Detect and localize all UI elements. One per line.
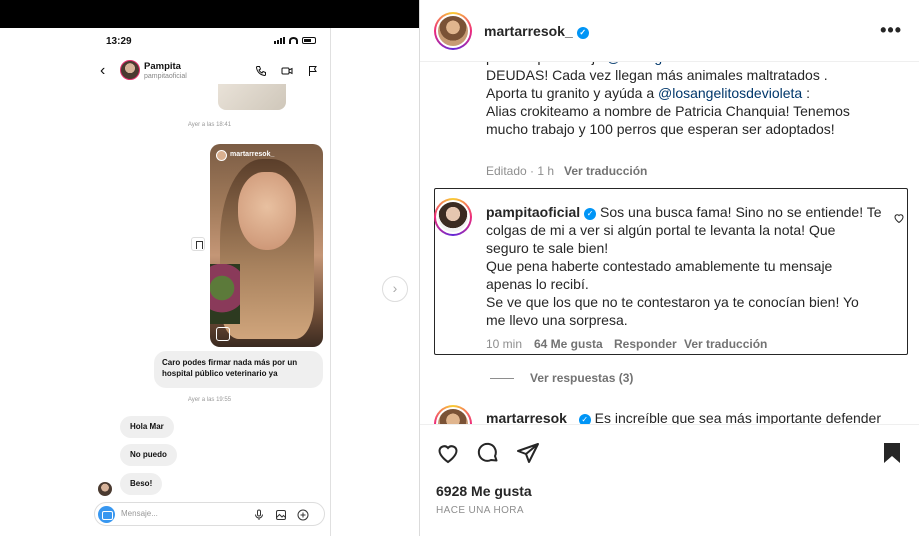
avatar [216, 150, 227, 161]
commenter-avatar[interactable] [434, 198, 472, 236]
previous-shared-image [218, 84, 286, 110]
received-message: Beso! [120, 473, 163, 495]
caption-translate-link[interactable]: Ver traducción [564, 164, 647, 178]
view-replies-button[interactable]: Ver respuestas (3) [490, 371, 633, 385]
received-message: Hola Mar [120, 416, 174, 438]
message-placeholder: Mensaje... [121, 509, 158, 518]
microphone-icon [253, 508, 265, 520]
caption-edited-time: Editado · 1 h [486, 164, 555, 178]
embedded-screenshot: 13:29 ‹ Pampita pampitaoficial Ayer a la… [0, 0, 419, 536]
story-username: martarresok_ [230, 151, 275, 158]
battery-icon [302, 37, 316, 44]
like-heart-icon[interactable] [436, 441, 460, 465]
video-call-icon [281, 64, 293, 76]
signal-icon [274, 37, 285, 44]
flag-icon [307, 64, 319, 76]
wifi-icon [289, 37, 298, 44]
timestamp: Ayer a las 18:41 [187, 122, 232, 128]
post-panel: para el que trabajo @losangelitosdeviole… [419, 0, 919, 536]
dm-contact-username: pampitaoficial [144, 73, 187, 80]
phone-status-icons [274, 37, 316, 44]
more-options-icon[interactable]: ••• [880, 20, 902, 41]
camera-icon [98, 506, 115, 523]
avatar [98, 482, 112, 496]
post-header: martarresok_ ✓ ••• [420, 0, 919, 62]
shared-story-preview: martarresok_ [210, 144, 323, 347]
comment-icon[interactable] [476, 441, 500, 465]
save-icon [191, 237, 205, 251]
received-message: No puedo [120, 444, 177, 466]
phone-dm-screen: 13:29 ‹ Pampita pampitaoficial Ayer a la… [88, 28, 331, 536]
comment-likes[interactable]: 64 Me gusta [534, 337, 603, 351]
next-image-button[interactable]: › [382, 276, 408, 302]
message-composer: Mensaje... [94, 502, 325, 526]
share-send-icon[interactable] [516, 441, 540, 465]
post-time: HACE UNA HORA [436, 505, 524, 516]
comment-time: 10 min [486, 337, 523, 351]
save-bookmark-icon[interactable] [880, 441, 904, 465]
phone-clock: 13:29 [106, 36, 132, 47]
comment-like-heart-icon[interactable] [893, 211, 905, 224]
avatar [120, 60, 140, 80]
timestamp: Ayer a las 19:55 [187, 397, 232, 403]
highlighted-comment: pampitaoficial ✓ Sos una busca fama! Sino… [486, 204, 882, 328]
received-message: Caro podes firmar nada más por un hospit… [154, 351, 323, 388]
comment-translate-link[interactable]: Ver traducción [684, 337, 767, 351]
reel-icon [216, 327, 230, 341]
comment-author-username[interactable]: pampitaoficial [486, 204, 580, 220]
verified-badge-icon: ✓ [584, 208, 597, 220]
author-avatar[interactable] [434, 12, 472, 50]
post-actions-bar: 6928 Me gusta HACE UNA HORA [420, 424, 919, 536]
dm-contact-name: Pampita [144, 61, 181, 72]
dm-actions [255, 64, 319, 77]
phone-call-icon [255, 64, 267, 77]
post-likes-count[interactable]: 6928 Me gusta [436, 483, 532, 499]
reply-button[interactable]: Responder [614, 337, 677, 351]
post-author-username[interactable]: martarresok_ ✓ [484, 23, 589, 39]
add-icon [297, 508, 309, 521]
gallery-icon [275, 508, 287, 520]
mention-link[interactable]: @losangelitosdevioleta [658, 85, 802, 101]
verified-badge-icon: ✓ [576, 27, 589, 39]
back-arrow-icon: ‹ [100, 62, 106, 79]
dm-header: ‹ Pampita pampitaoficial [88, 56, 331, 86]
screenshot-top-bar [0, 0, 419, 28]
